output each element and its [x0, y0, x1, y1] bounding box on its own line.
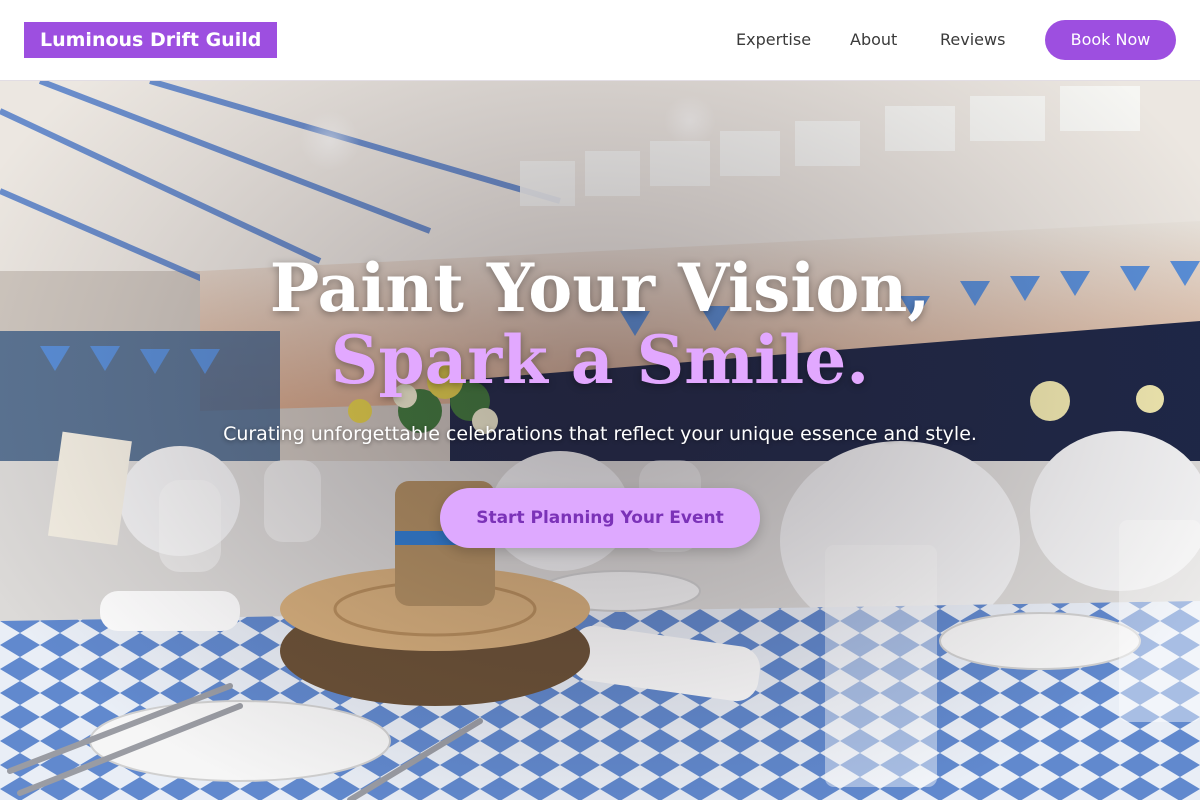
nav-link-about[interactable]: About	[850, 29, 897, 51]
nav-link-expertise[interactable]: Expertise	[736, 29, 811, 51]
hero-section: Paint Your Vision, Spark a Smile. Curati…	[0, 81, 1200, 800]
hero-subtitle: Curating unforgettable celebrations that…	[223, 423, 977, 445]
hero-headline-line2: Spark a Smile.	[330, 321, 870, 399]
nav-link-reviews[interactable]: Reviews	[940, 29, 1005, 51]
hero-headline-line1: Paint Your Vision,	[269, 249, 931, 327]
site-logo[interactable]: Luminous Drift Guild	[24, 22, 278, 58]
start-planning-button[interactable]: Start Planning Your Event	[440, 488, 760, 548]
book-now-button[interactable]: Book Now	[1045, 20, 1176, 60]
site-header: Luminous Drift Guild Expertise About Rev…	[0, 0, 1200, 81]
